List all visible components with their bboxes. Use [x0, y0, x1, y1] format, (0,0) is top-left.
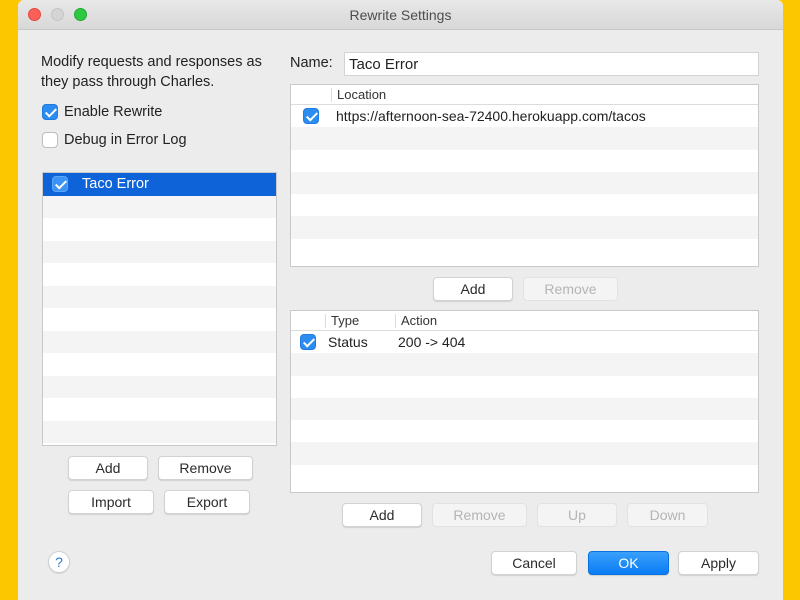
- remove-location-button[interactable]: Remove: [523, 277, 618, 301]
- name-input[interactable]: [344, 52, 759, 76]
- empty-row: [291, 239, 758, 261]
- empty-row: [43, 353, 276, 376]
- empty-row: [43, 420, 276, 443]
- rewrite-sets-list[interactable]: Taco Error: [42, 172, 277, 446]
- enable-rewrite-label: Enable Rewrite: [64, 104, 163, 120]
- empty-row: [43, 308, 276, 331]
- type-column-header[interactable]: Type: [325, 313, 395, 328]
- set-name: Taco Error: [82, 176, 149, 193]
- set-enabled-checkbox[interactable]: [52, 176, 68, 193]
- rule-type: Status: [328, 334, 368, 351]
- checkbox-checked-icon[interactable]: [42, 104, 58, 120]
- remove-set-button[interactable]: Remove: [158, 456, 253, 480]
- checkbox-unchecked-icon[interactable]: [42, 132, 58, 148]
- empty-row: [291, 353, 758, 376]
- rules-table[interactable]: Type Action Status 200 -> 404: [290, 310, 759, 493]
- move-up-button[interactable]: Up: [537, 503, 617, 527]
- remove-rule-button[interactable]: Remove: [432, 503, 527, 527]
- empty-row: [43, 375, 276, 398]
- empty-row: [43, 285, 276, 308]
- debug-error-log-label: Debug in Error Log: [64, 132, 187, 148]
- apply-button[interactable]: Apply: [678, 551, 759, 575]
- rules-table-header: Type Action: [291, 311, 758, 331]
- table-row[interactable]: https://afternoon-sea-72400.herokuapp.co…: [291, 105, 758, 127]
- empty-row: [43, 263, 276, 286]
- empty-row: [43, 398, 276, 421]
- empty-row: [43, 240, 276, 263]
- locations-table[interactable]: Location https://afternoon-sea-72400.her…: [290, 84, 759, 267]
- empty-row: [43, 218, 276, 241]
- rule-enabled-checkbox[interactable]: [300, 334, 316, 351]
- empty-row: [291, 465, 758, 487]
- empty-row: [291, 216, 758, 239]
- location-url: https://afternoon-sea-72400.herokuapp.co…: [336, 108, 646, 125]
- empty-row: [291, 420, 758, 442]
- add-rule-button[interactable]: Add: [342, 503, 422, 527]
- action-column-header[interactable]: Action: [395, 313, 437, 328]
- export-button[interactable]: Export: [164, 490, 250, 514]
- rewrite-settings-window: Rewrite Settings Modify requests and res…: [18, 0, 783, 600]
- add-set-button[interactable]: Add: [68, 456, 148, 480]
- name-label: Name:: [290, 55, 333, 71]
- empty-row: [291, 127, 758, 150]
- title-bar: Rewrite Settings: [18, 0, 783, 30]
- add-location-button[interactable]: Add: [433, 277, 513, 301]
- move-down-button[interactable]: Down: [627, 503, 708, 527]
- locations-table-header: Location: [291, 85, 758, 105]
- location-column-header[interactable]: Location: [331, 87, 386, 102]
- empty-row: [291, 442, 758, 465]
- cancel-button[interactable]: Cancel: [491, 551, 577, 575]
- import-button[interactable]: Import: [68, 490, 154, 514]
- help-button[interactable]: ?: [48, 551, 70, 573]
- empty-row: [291, 171, 758, 195]
- rule-action: 200 -> 404: [398, 334, 466, 351]
- empty-row: [43, 330, 276, 353]
- table-row[interactable]: Status 200 -> 404: [291, 331, 758, 353]
- empty-row: [291, 397, 758, 421]
- enable-rewrite-checkbox[interactable]: Enable Rewrite: [42, 104, 162, 120]
- empty-row: [291, 376, 758, 398]
- empty-row: [291, 194, 758, 216]
- empty-row: [43, 195, 276, 218]
- ok-button[interactable]: OK: [588, 551, 669, 575]
- debug-error-log-checkbox[interactable]: Debug in Error Log: [42, 132, 187, 148]
- empty-row: [291, 150, 758, 172]
- location-enabled-checkbox[interactable]: [303, 108, 319, 125]
- description-text: Modify requests and responses as they pa…: [41, 54, 262, 90]
- window-title: Rewrite Settings: [349, 7, 452, 23]
- list-item[interactable]: Taco Error: [43, 173, 276, 196]
